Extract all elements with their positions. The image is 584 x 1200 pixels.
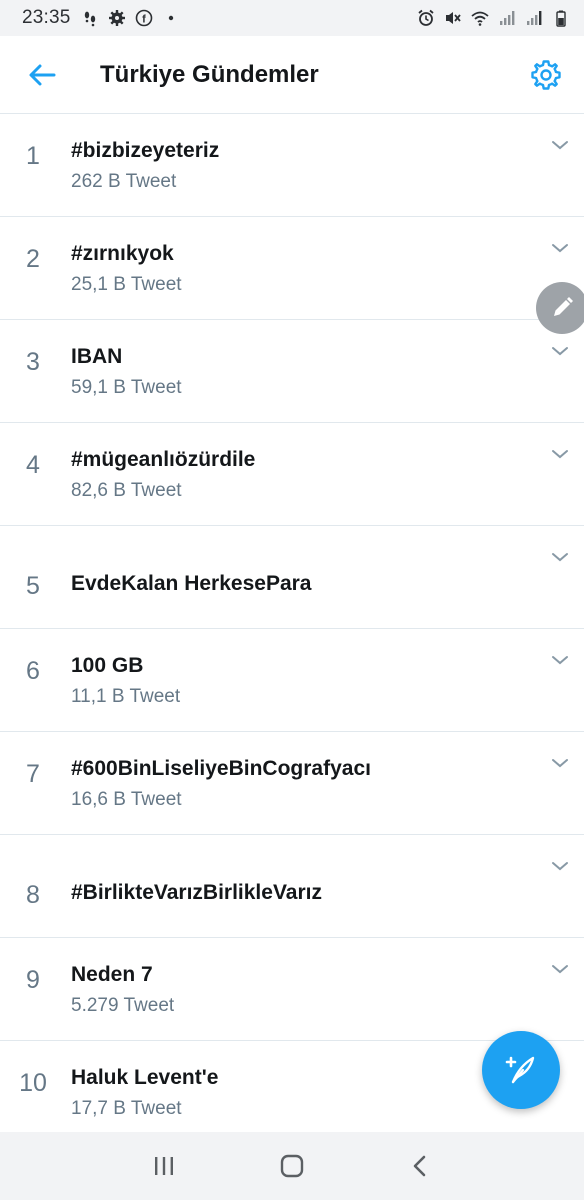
chevron-down-icon[interactable] [550, 962, 570, 976]
chevron-down-icon[interactable] [550, 447, 570, 461]
trend-count: 25,1 B Tweet [71, 274, 182, 295]
chevron-down-icon[interactable] [550, 241, 570, 255]
trend-rank: 4 [26, 451, 40, 479]
status-right-icons [417, 9, 570, 27]
page-title: Türkiye Gündemler [100, 60, 319, 88]
trend-name: #600BinLiseliyeBinCografyacı [71, 757, 371, 780]
system-nav-bar [0, 1132, 584, 1200]
wifi-icon [471, 9, 489, 27]
chevron-down-icon[interactable] [550, 756, 570, 770]
compose-tweet-button[interactable] [482, 1031, 560, 1109]
home-icon [280, 1154, 304, 1178]
arrow-left-icon [29, 64, 56, 85]
svg-text:f: f [142, 14, 146, 26]
status-left-icons: f [81, 9, 180, 27]
trend-count: 16,6 B Tweet [71, 789, 182, 810]
trend-row[interactable]: 7 #600BinLiseliyeBinCografyacı 16,6 B Tw… [0, 732, 584, 835]
trend-row[interactable]: 4 #mügeanlıözürdile 82,6 B Tweet [0, 423, 584, 526]
back-nav-button[interactable] [400, 1146, 440, 1186]
trend-rank: 1 [26, 142, 40, 170]
trend-row[interactable]: 6 100 GB 11,1 B Tweet [0, 629, 584, 732]
settings-button[interactable] [526, 55, 566, 95]
chevron-down-icon[interactable] [550, 859, 570, 873]
trend-name: Haluk Levent'e [71, 1066, 219, 1089]
trend-name: #mügeanlıözürdile [71, 448, 256, 471]
trends-list: 1 #bizbizeyeteriz 262 B Tweet 2 #zırnıky… [0, 114, 584, 1144]
edit-button[interactable] [536, 282, 584, 334]
signal-icon [498, 9, 516, 27]
trend-row[interactable]: 1 #bizbizeyeteriz 262 B Tweet [0, 114, 584, 217]
chevron-down-icon[interactable] [550, 344, 570, 358]
trend-count: 262 B Tweet [71, 171, 177, 192]
footprints-icon [81, 9, 99, 27]
trend-row[interactable]: 8 #BirlikteVarızBirlikleVarız [0, 835, 584, 938]
pencil-icon [554, 297, 573, 316]
trend-name: 100 GB [71, 654, 144, 677]
compose-tweet-icon [505, 1056, 535, 1084]
back-button[interactable] [22, 55, 62, 95]
gear-icon [108, 9, 126, 27]
trend-row[interactable]: 5 EvdeKalan HerkesePara [0, 526, 584, 629]
trend-row[interactable]: 9 Neden 7 5.279 Tweet [0, 938, 584, 1041]
trend-rank: 5 [26, 572, 40, 600]
trend-rank: 6 [26, 657, 40, 685]
status-bar: 23:35 f [0, 0, 584, 36]
back-icon [413, 1155, 426, 1177]
trend-row[interactable]: 2 #zırnıkyok 25,1 B Tweet [0, 217, 584, 320]
app-header: Türkiye Gündemler [0, 36, 584, 114]
trend-rank: 7 [26, 760, 40, 788]
facebook-icon: f [135, 9, 153, 27]
chevron-down-icon[interactable] [550, 138, 570, 152]
trend-rank: 2 [26, 245, 40, 273]
trend-row[interactable]: 3 IBAN 59,1 B Tweet [0, 320, 584, 423]
trend-count: 82,6 B Tweet [71, 480, 182, 501]
trend-name: EvdeKalan HerkesePara [71, 572, 312, 595]
chevron-down-icon[interactable] [550, 550, 570, 564]
trend-count: 59,1 B Tweet [71, 377, 182, 398]
battery-icon [552, 9, 570, 27]
mute-icon [444, 9, 462, 27]
dot-icon [162, 9, 180, 27]
signal-icon [525, 9, 543, 27]
chevron-down-icon[interactable] [550, 653, 570, 667]
trend-name: IBAN [71, 345, 123, 368]
trend-count: 5.279 Tweet [71, 995, 175, 1016]
alarm-icon [417, 9, 435, 27]
trend-name: #zırnıkyok [71, 242, 174, 265]
recent-apps-icon [155, 1157, 173, 1175]
trend-rank: 3 [26, 348, 40, 376]
trend-count: 11,1 B Tweet [71, 686, 181, 707]
status-time: 23:35 [22, 7, 71, 28]
trend-rank: 9 [26, 966, 40, 994]
trend-name: Neden 7 [71, 963, 153, 986]
trend-name: #BirlikteVarızBirlikleVarız [71, 881, 322, 904]
recent-apps-button[interactable] [144, 1146, 184, 1186]
trend-name: #bizbizeyeteriz [71, 139, 220, 162]
trend-rank: 8 [26, 881, 40, 909]
gear-icon [531, 59, 561, 90]
home-button[interactable] [272, 1146, 312, 1186]
trend-rank: 10 [19, 1069, 47, 1097]
trend-count: 17,7 B Tweet [71, 1098, 182, 1119]
